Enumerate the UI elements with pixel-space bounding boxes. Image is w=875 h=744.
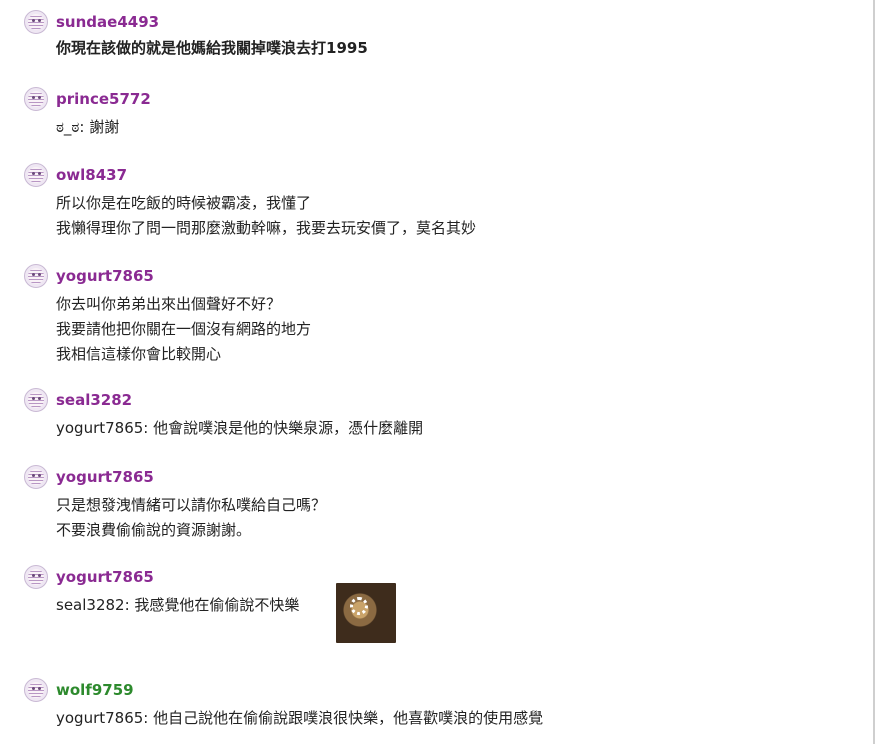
avatar[interactable] bbox=[24, 10, 48, 34]
avatar[interactable] bbox=[24, 388, 48, 412]
avatar-face-icon bbox=[28, 167, 44, 183]
username-link[interactable]: owl8437 bbox=[56, 166, 127, 184]
response-content: 你去叫你弟弟出來出個聲好不好？ 我要請他把你關在一個沒有網路的地方 我相信這樣你… bbox=[56, 292, 311, 367]
response-line: 所以你是在吃飯的時候被霸凌，我懂了 bbox=[56, 194, 312, 212]
response-line: ಠ_ಠ: 謝謝 bbox=[56, 118, 120, 136]
avatar[interactable] bbox=[24, 465, 48, 489]
response-content: 你現在該做的就是他媽給我關掉噗浪去打1995 bbox=[56, 36, 368, 61]
avatar[interactable] bbox=[24, 163, 48, 187]
avatar[interactable] bbox=[24, 565, 48, 589]
username-link[interactable]: yogurt7865 bbox=[56, 568, 154, 586]
response-line: yogurt7865: 他會說噗浪是他的快樂泉源，憑什麼離開 bbox=[56, 419, 424, 437]
avatar[interactable] bbox=[24, 264, 48, 288]
avatar[interactable] bbox=[24, 87, 48, 111]
response-line: 你去叫你弟弟出來出個聲好不好？ bbox=[56, 295, 282, 313]
response-line: 你現在該做的就是他媽給我關掉噗浪去打1995 bbox=[56, 39, 368, 57]
avatar-face-icon bbox=[28, 268, 44, 284]
response-content: yogurt7865: 他自己說他在偷偷說跟噗浪很快樂，他喜歡噗浪的使用感覺 bbox=[56, 706, 543, 731]
avatar-face-icon bbox=[28, 392, 44, 408]
username-link[interactable]: yogurt7865 bbox=[56, 267, 154, 285]
attached-image-thumbnail[interactable] bbox=[336, 583, 396, 643]
response-line: 我相信這樣你會比較開心 bbox=[56, 345, 222, 363]
avatar-face-icon bbox=[28, 91, 44, 107]
username-link[interactable]: sundae4493 bbox=[56, 13, 159, 31]
username-link[interactable]: seal3282 bbox=[56, 391, 132, 409]
response-line: seal3282: 我感覺他在偷偷說不快樂 bbox=[56, 596, 300, 614]
avatar-face-icon bbox=[28, 569, 44, 585]
username-link[interactable]: prince5772 bbox=[56, 90, 151, 108]
response-line: 我要請他把你關在一個沒有網路的地方 bbox=[56, 320, 312, 338]
response-content: seal3282: 我感覺他在偷偷說不快樂 bbox=[56, 593, 299, 618]
response-content: 只是想發洩情緒可以請你私噗給自己嗎？ 不要浪費偷偷說的資源謝謝。 bbox=[56, 493, 326, 543]
response-content: ಠ_ಠ: 謝謝 bbox=[56, 115, 119, 140]
avatar-face-icon bbox=[28, 469, 44, 485]
username-link[interactable]: wolf9759 bbox=[56, 681, 134, 699]
response-line: 只是想發洩情緒可以請你私噗給自己嗎？ bbox=[56, 496, 327, 514]
response-content: 所以你是在吃飯的時候被霸凌，我懂了 我懶得理你了問一問那麼激動幹嘛，我要去玩安價… bbox=[56, 191, 476, 241]
username-link[interactable]: yogurt7865 bbox=[56, 468, 154, 486]
response-content: yogurt7865: 他會說噗浪是他的快樂泉源，憑什麼離開 bbox=[56, 416, 423, 441]
response-line: yogurt7865: 他自己說他在偷偷說跟噗浪很快樂，他喜歡噗浪的使用感覺 bbox=[56, 709, 544, 727]
avatar-face-icon bbox=[28, 682, 44, 698]
response-line: 不要浪費偷偷說的資源謝謝。 bbox=[56, 521, 252, 539]
loading-spinner-icon bbox=[350, 597, 368, 615]
avatar[interactable] bbox=[24, 678, 48, 702]
response-line: 我懶得理你了問一問那麼激動幹嘛，我要去玩安價了，莫名其妙 bbox=[56, 219, 477, 237]
avatar-face-icon bbox=[28, 14, 44, 30]
